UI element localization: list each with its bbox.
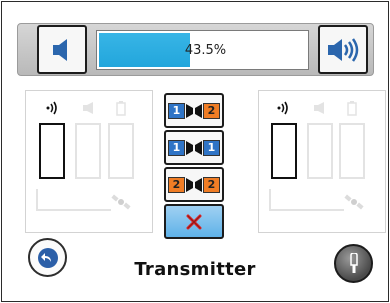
- speaker-meter: [75, 123, 101, 179]
- channel-badge: 2: [203, 176, 220, 193]
- battery-meter: [339, 123, 365, 179]
- channel-badge: 1: [168, 102, 185, 119]
- channel-badge: 2: [168, 176, 185, 193]
- satellite-icon: [344, 194, 364, 210]
- speaker-icon: [83, 102, 93, 114]
- speaker-icon: [314, 102, 324, 114]
- brush-icon: [349, 252, 358, 273]
- mode-button-2-2[interactable]: 2 2: [164, 167, 224, 202]
- speaker-pair-icon: [186, 103, 202, 118]
- red-x-icon: [186, 214, 202, 229]
- signal-meter: [271, 123, 297, 179]
- cancel-mode-button[interactable]: [164, 204, 224, 239]
- speaker-high-icon: [328, 37, 359, 62]
- channel-badge: 1: [203, 139, 220, 156]
- channel-badge: 1: [168, 139, 185, 156]
- channel-badge: 2: [203, 102, 220, 119]
- battery-icon: [116, 101, 126, 116]
- signal-meter: [39, 123, 65, 179]
- link-bracket: [269, 189, 344, 211]
- link-bracket: [36, 189, 111, 211]
- speaker-meter: [307, 123, 333, 179]
- left-device-panel: [25, 90, 153, 233]
- volume-down-button[interactable]: [37, 25, 87, 74]
- speaker-low-icon: [53, 38, 67, 61]
- battery-icon: [347, 101, 357, 116]
- page-title: Transmitter: [134, 259, 256, 280]
- volume-up-button[interactable]: [318, 25, 368, 74]
- right-device-panel: [258, 90, 386, 233]
- speaker-pair-icon: [186, 140, 202, 155]
- volume-level-meter: 43.5%: [96, 30, 309, 70]
- battery-meter: [108, 123, 134, 179]
- speaker-pair-icon: [186, 177, 202, 192]
- wave-icon: [46, 101, 57, 115]
- mode-button-1-1[interactable]: 1 1: [164, 130, 224, 165]
- mode-button-1-2[interactable]: 1 2: [164, 93, 224, 128]
- satellite-icon: [111, 194, 131, 210]
- volume-level-text: 43.5%: [184, 42, 227, 58]
- tool-button[interactable]: [334, 244, 373, 283]
- wave-icon: [277, 101, 288, 115]
